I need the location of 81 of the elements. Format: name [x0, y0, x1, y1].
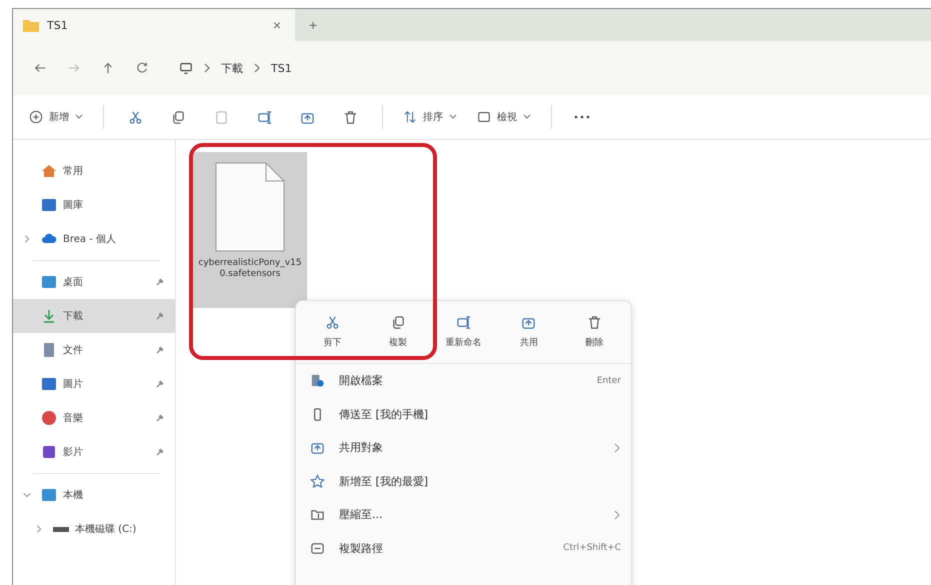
sidebar-label: 下載 [63, 310, 84, 323]
clipboard-icon [214, 110, 229, 124]
chevron-right-icon[interactable] [35, 524, 43, 534]
scissors-icon [128, 110, 143, 124]
share-icon [310, 440, 325, 456]
plus-circle-icon [29, 110, 43, 124]
sidebar-item[interactable]: Brea - 個人 [13, 222, 175, 256]
open-file-icon [310, 373, 325, 388]
breadcrumb-item[interactable]: 下載 [221, 60, 243, 76]
close-tab-button[interactable]: × [268, 17, 285, 33]
sidebar-label: 常用 [63, 164, 84, 178]
menu-action-button[interactable]: 複製 [366, 301, 430, 363]
folder-icon [310, 507, 325, 522]
sidebar-label: 桌面 [63, 276, 84, 289]
more-icon[interactable] [574, 115, 590, 119]
sidebar-item[interactable]: 圖片 [13, 367, 175, 401]
sort-icon [403, 110, 417, 124]
folder-icon [23, 18, 39, 32]
star-icon [310, 474, 325, 489]
chevron-down-icon [75, 114, 83, 120]
sidebar-item[interactable]: 音樂 [13, 401, 175, 435]
sidebar-label: 圖庫 [63, 198, 84, 212]
chevron-down-icon [523, 114, 531, 120]
file-item[interactable]: cyberrealisticPony_v150.safetensors [193, 152, 307, 308]
menu-item[interactable]: 共用對象 [296, 431, 631, 464]
back-icon[interactable] [33, 61, 47, 75]
refresh-icon[interactable] [135, 61, 149, 75]
chevron-right-icon [253, 63, 261, 73]
sidebar-item[interactable]: 本機磁碟 (C:) [13, 512, 175, 546]
menu-item[interactable]: 壓縮至... [296, 498, 631, 532]
sort-button[interactable]: 排序 [397, 106, 463, 128]
drive-icon [53, 526, 69, 532]
chevron-down-icon [449, 114, 457, 120]
sidebar-item[interactable]: 常用 [13, 154, 175, 188]
new-tab-button[interactable]: + [305, 9, 322, 41]
file-name: cyberrealisticPony_v150.safetensors [197, 258, 303, 280]
trash-icon [343, 110, 358, 124]
sidebar-item[interactable]: 影片 [13, 435, 175, 469]
view-button[interactable]: 檢視 [471, 106, 537, 128]
up-icon[interactable] [101, 61, 115, 75]
house-icon [41, 163, 57, 179]
sidebar-label: 本機 [63, 488, 84, 502]
menu-action-button[interactable]: 重新命名 [431, 301, 496, 363]
menu-item[interactable]: 傳送至 [我的手機] [296, 398, 631, 431]
download-icon [41, 308, 57, 324]
sidebar-item[interactable]: 桌面 [13, 265, 175, 299]
path-icon [310, 540, 325, 556]
menu-item[interactable]: 開啟檔案 Enter [296, 364, 631, 398]
sidebar-item[interactable]: 下載 [13, 299, 175, 333]
chevron-down-icon[interactable] [23, 490, 31, 500]
chevron-right-icon [203, 63, 211, 73]
tab-title: TS1 [47, 18, 69, 32]
sidebar-item[interactable]: 本機 [13, 478, 175, 512]
sidebar-label: 圖片 [63, 378, 84, 391]
document-icon [215, 162, 285, 252]
copy-icon [171, 110, 186, 124]
sidebar-label: 本機磁碟 (C:) [75, 522, 138, 536]
sidebar-label: 影片 [63, 446, 84, 459]
chevron-right-icon[interactable] [23, 234, 31, 244]
menu-action-button[interactable]: 共用 [496, 301, 561, 363]
share-icon [521, 315, 536, 330]
sidebar-item[interactable]: 文件 [13, 333, 175, 367]
breadcrumb-item[interactable]: TS1 [271, 62, 292, 74]
new-button[interactable]: 新增 [23, 106, 89, 128]
document-icon [41, 342, 57, 358]
scissors-icon [325, 315, 340, 330]
sidebar-label: 文件 [63, 344, 84, 357]
shortcut-text: Ctrl+Shift+C [563, 543, 621, 554]
menu-action-button[interactable]: 刪除 [562, 301, 626, 363]
view-icon [477, 110, 491, 124]
rename-icon [257, 110, 272, 124]
trash-icon [586, 315, 602, 330]
sidebar-item[interactable]: 圖庫 [13, 188, 175, 222]
tab[interactable]: TS1 × [13, 9, 295, 41]
rename-icon [456, 315, 471, 330]
sidebar-label: 音樂 [63, 412, 84, 425]
copy-icon [390, 315, 406, 330]
menu-item[interactable]: 新增至 [我的最愛] [296, 464, 631, 498]
shortcut-text: Enter [596, 376, 621, 386]
menu-item[interactable]: 複製路徑 Ctrl+Shift+C [296, 532, 631, 565]
sidebar-label: Brea - 個人 [63, 233, 117, 246]
